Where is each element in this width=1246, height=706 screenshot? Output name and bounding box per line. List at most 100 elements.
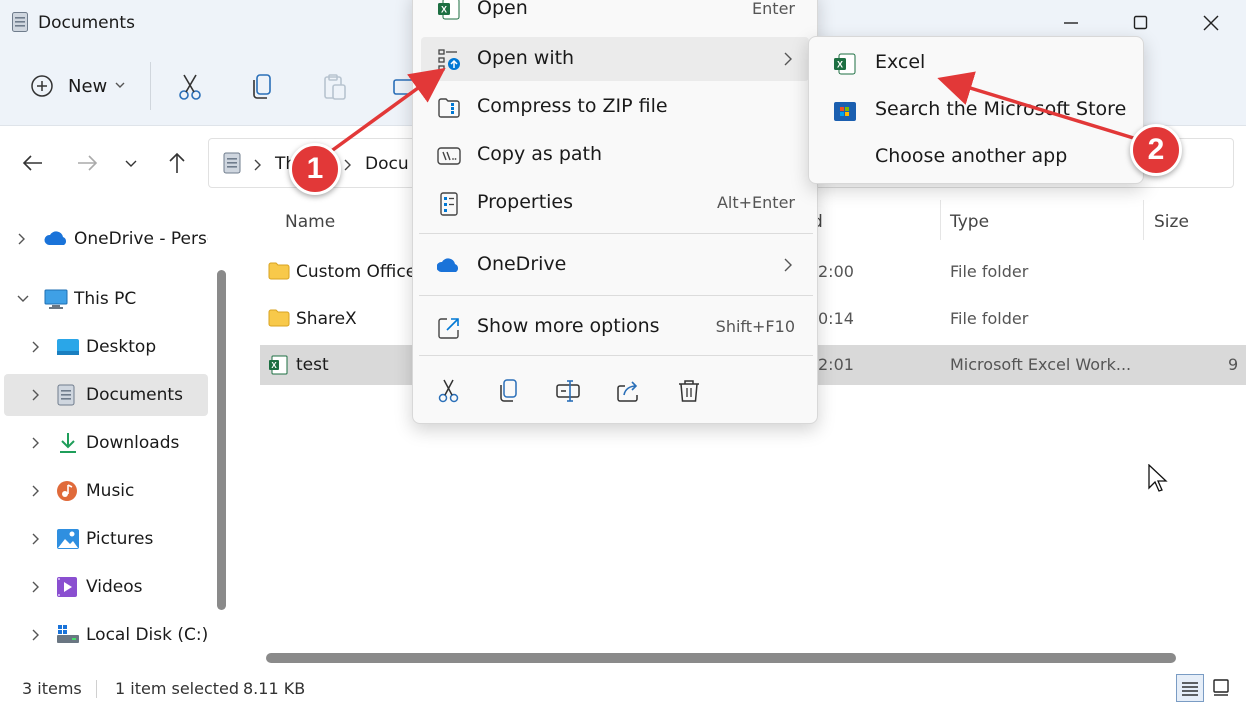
- submenu-item-microsoft-store[interactable]: Search the Microsoft Store: [817, 88, 1137, 132]
- menu-item-compress-zip[interactable]: Compress to ZIP file: [421, 85, 809, 129]
- menu-share-button[interactable]: [615, 377, 643, 405]
- sidebar-item-downloads[interactable]: Downloads: [4, 422, 208, 464]
- menu-item-shortcut: Enter: [752, 0, 795, 18]
- close-button[interactable]: [1188, 8, 1234, 38]
- arrow-right-icon: [78, 155, 98, 171]
- menu-item-show-more-options[interactable]: Show more options Shift+F10: [421, 305, 809, 349]
- submenu-item-label: Excel: [875, 51, 926, 73]
- menu-separator: [419, 233, 813, 234]
- column-separator[interactable]: [940, 200, 941, 240]
- minimize-button[interactable]: [1048, 8, 1094, 38]
- arrow-up-icon: [169, 152, 185, 173]
- sidebar-item-videos[interactable]: Videos: [4, 566, 208, 608]
- menu-item-label: Open: [477, 0, 528, 19]
- sidebar-item-music[interactable]: Music: [4, 470, 208, 512]
- menu-item-onedrive[interactable]: OneDrive: [421, 243, 809, 287]
- menu-separator: [419, 355, 813, 356]
- minimize-icon: [1064, 22, 1078, 24]
- show-more-icon: [437, 316, 461, 340]
- sidebar-item-label: Desktop: [86, 337, 157, 357]
- mouse-cursor-icon: [1148, 464, 1168, 492]
- sidebar-item-label: Pictures: [86, 529, 154, 549]
- file-name: test: [296, 355, 329, 375]
- pictures-icon: [56, 528, 80, 550]
- menu-item-copy-as-path[interactable]: Copy as path: [421, 133, 809, 177]
- chevron-right-icon: [32, 533, 39, 545]
- chevron-right-icon: [32, 485, 39, 497]
- recent-locations-button[interactable]: [118, 150, 144, 176]
- column-header-type[interactable]: Type: [950, 212, 989, 232]
- documents-icon: [223, 152, 241, 178]
- menu-item-open[interactable]: X Open Enter: [421, 0, 809, 35]
- menu-delete-button[interactable]: [675, 377, 703, 405]
- menu-rename-button[interactable]: [555, 377, 583, 405]
- new-button-label: New: [68, 76, 108, 97]
- paste-button[interactable]: [320, 72, 350, 102]
- sidebar-item-local-disk[interactable]: Local Disk (C:): [4, 614, 208, 656]
- drive-icon: [56, 624, 80, 646]
- column-separator[interactable]: [1143, 200, 1144, 240]
- menu-item-label: Open with: [477, 47, 575, 69]
- chevron-down-icon: [125, 160, 137, 167]
- folder-icon: [268, 262, 290, 284]
- sidebar-item-this-pc[interactable]: This PC: [4, 278, 208, 320]
- copy-button[interactable]: [248, 72, 278, 102]
- rename-icon: [556, 380, 580, 402]
- forward-button[interactable]: [74, 150, 100, 176]
- maximize-button[interactable]: [1118, 8, 1164, 38]
- navigation-pane: OneDrive - Personal This PC Desktop Docu…: [0, 200, 236, 670]
- column-header-size[interactable]: Size: [1154, 212, 1189, 232]
- details-view-button[interactable]: [1176, 674, 1204, 702]
- menu-item-shortcut: Alt+Enter: [716, 193, 795, 212]
- command-separator: [150, 62, 151, 110]
- paste-icon: [324, 74, 346, 100]
- sidebar-item-documents[interactable]: Documents: [4, 374, 208, 416]
- list-view-icon: [1182, 682, 1198, 696]
- menu-item-shortcut: Shift+F10: [715, 317, 795, 336]
- breadcrumb-documents[interactable]: Docu: [365, 154, 409, 174]
- back-button[interactable]: [20, 150, 46, 176]
- svg-text:X: X: [837, 60, 843, 70]
- status-item-count: 3 items: [22, 679, 82, 698]
- sidebar-item-pictures[interactable]: Pictures: [4, 518, 208, 560]
- cut-button[interactable]: [176, 72, 206, 102]
- chevron-right-icon: [32, 437, 39, 449]
- sidebar-item-label: OneDrive - Personal: [74, 229, 208, 249]
- copy-path-icon: [437, 144, 461, 168]
- chevron-down-icon: [115, 82, 125, 88]
- zip-folder-icon: [437, 96, 461, 120]
- excel-icon: X: [833, 52, 857, 76]
- submenu-item-excel[interactable]: X Excel: [817, 41, 1137, 85]
- menu-cut-button[interactable]: [435, 377, 463, 405]
- computer-icon: [44, 288, 68, 310]
- chevron-right-icon: [32, 389, 39, 401]
- file-size: 9: [1228, 355, 1239, 374]
- sidebar-item-label: Downloads: [86, 433, 180, 453]
- excel-file-icon: X: [268, 355, 288, 379]
- copy-icon: [253, 74, 271, 99]
- menu-item-open-with[interactable]: Open with: [421, 37, 809, 81]
- up-button[interactable]: [164, 150, 190, 176]
- status-separator: [96, 680, 97, 698]
- onedrive-icon: [44, 228, 68, 250]
- window-title: Documents: [38, 13, 135, 33]
- menu-item-properties[interactable]: Properties Alt+Enter: [421, 181, 809, 225]
- column-header-name[interactable]: Name: [285, 212, 335, 232]
- chevron-right-icon: [343, 157, 353, 176]
- menu-copy-button[interactable]: [495, 377, 523, 405]
- menu-separator: [419, 295, 813, 296]
- sidebar-item-onedrive[interactable]: OneDrive - Personal: [4, 218, 208, 260]
- tiles-view-button[interactable]: [1208, 674, 1236, 702]
- chevron-right-icon: [253, 157, 263, 176]
- chevron-right-icon: [18, 233, 25, 245]
- horizontal-scrollbar[interactable]: [266, 653, 1176, 663]
- submenu-item-choose-another-app[interactable]: Choose another app: [817, 135, 1137, 179]
- sidebar-scrollbar[interactable]: [217, 270, 226, 610]
- sidebar-item-desktop[interactable]: Desktop: [4, 326, 208, 368]
- open-with-submenu: X Excel Search the Microsoft Store Choos…: [808, 36, 1144, 184]
- scissors-icon: [438, 379, 459, 403]
- chevron-right-icon: [32, 581, 39, 593]
- maximize-icon: [1133, 15, 1148, 30]
- new-button[interactable]: New: [20, 66, 138, 106]
- documents-icon: [56, 384, 80, 406]
